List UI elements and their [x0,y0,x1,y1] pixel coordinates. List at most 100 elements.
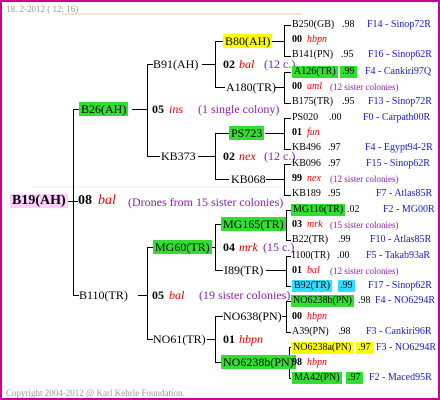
gen3-0-year: 02 [223,57,235,71]
leaf-6-ref: F0 - Carpath00R [363,112,431,123]
leaf-20-id[interactable]: A39(PN) [292,326,329,338]
gen3-2-race: mrk [239,240,258,254]
gen3-2-year: 04 [223,240,235,254]
gen3-0-note: (12 c.) [264,57,296,71]
connector [284,118,291,119]
gen2b-lower[interactable]: NO61(TR) [153,332,206,346]
connector [284,25,291,26]
gen3-1-upper[interactable]: PS723 [229,126,265,140]
gen3-2-note: (15 c.) [263,240,295,254]
leaf-8-ref: F4 - Egypt94-2R [365,142,433,153]
leaf-15-id[interactable]: I100(TR) [292,250,330,262]
connector [73,109,74,295]
leaf-22-race: hbpn [307,357,327,368]
leaf-13-year: 03 [292,219,302,230]
leaf-4-race: aml [307,81,322,92]
gen3-2-upper[interactable]: MG165(TR) [221,217,286,231]
leaf-12-ref: F2 - MG00R [383,204,435,215]
leaf-15-val: .00 [337,250,350,261]
leaf-6-id[interactable]: PS020 [292,112,318,124]
leaf-4-note: (12 sister colonies) [330,82,399,92]
leaf-13-race: mrk [307,219,323,230]
connector [275,87,284,88]
leaf-19-year: 00 [292,311,302,322]
leaf-14-id[interactable]: B22(TR) [292,234,328,246]
leaf-16-note: (12 sister colonies) [330,266,399,276]
leaf-21-id[interactable]: NO6238a(PN) [291,342,354,354]
leaf-0-id[interactable]: B250(GB) [292,19,334,31]
connector [202,64,215,65]
leaf-9-id[interactable]: KB096 [292,158,321,170]
leaf-10-note: (12 sister colonies) [330,174,399,184]
connector [284,164,285,195]
connector [286,332,291,333]
pedigree-frame: 18. 2-2012 ( 12: 16) Copyright 2004-2012… [0,0,440,400]
connector [284,25,285,56]
connector [132,109,148,110]
leaf-11-id[interactable]: KB189 [292,188,321,200]
gen3-1-lower[interactable]: KB068 [231,172,266,186]
gen2a-lower[interactable]: KB373 [161,149,196,163]
connector [266,179,284,180]
leaf-5-ref: F13 - Sinop72R [368,96,432,107]
gen1-queen-mother[interactable]: B26(AH) [79,102,129,116]
leaf-1-race: hbpn [307,34,327,45]
connector [286,210,287,240]
leaf-5-id[interactable]: B175(TR) [292,96,333,108]
leaf-0-val: .98 [342,19,355,30]
connector [284,195,291,196]
leaf-17-val: .99 [338,280,355,292]
connector [284,164,291,165]
leaf-7-year: 01 [292,127,302,138]
connector [284,118,285,149]
gen3-3-lower[interactable]: NO6238b(PN) [221,355,296,369]
leaf-7-race: fun [307,127,320,138]
leaf-3-id[interactable]: A126(TR) [292,66,338,78]
connector [215,316,216,362]
gen2a-upper[interactable]: B91(AH) [153,57,198,71]
leaf-18-ref: F4 - NO6294R [375,295,436,306]
connector [215,224,216,270]
gen3-0-lower[interactable]: A180(TR) [226,80,276,94]
leaf-10-race: nex [307,173,321,184]
gen2b-upper[interactable]: MG60(TR) [153,240,212,254]
leaf-18-id[interactable]: NO6238b(PN) [291,295,354,307]
leaf-0-ref: F14 - Sinop72R [367,19,431,30]
leaf-18-val: .98 [358,295,371,306]
connector [284,72,285,103]
leaf-5-val: .95 [342,96,355,107]
connector [207,339,215,340]
connector [284,103,291,104]
connector [266,270,286,271]
leaf-4-year: 00 [292,81,302,92]
leaf-3-ref: F4 - Cankiri97Q [365,66,432,77]
gen3-1-note: (12 c.) [264,149,296,163]
leaf-23-id[interactable]: MA42(PN) [292,372,342,384]
root-queen[interactable]: B19(AH) [10,194,68,208]
leaf-8-id[interactable]: KB496 [292,142,321,154]
gen3-3-upper[interactable]: NO638(PN) [223,309,282,323]
gen3-2-lower[interactable]: I89(TR) [224,263,263,277]
connector [286,256,291,257]
leaf-21-val: .97 [356,342,373,354]
gen3-0-upper[interactable]: B80(AH) [223,34,273,48]
leaf-23-val: .97 [346,372,363,384]
gen2a-note: (1 single colony) [198,102,280,116]
gen2a-year: 05 [152,102,164,116]
leaf-17-id[interactable]: B92(TR) [292,280,333,292]
leaf-16-year: 01 [292,265,302,276]
header-date: 18. 2-2012 ( 12: 16) [6,4,79,14]
leaf-21-ref: F3 - NO6294R [376,342,437,353]
gen2a-race: ins [169,102,184,116]
connector [289,378,291,379]
leaf-12-id[interactable]: MG116(TR) [291,204,346,216]
leaf-2-id[interactable]: B141(PN) [292,49,333,61]
connector [286,301,287,332]
leaf-8-val: .97 [328,142,341,153]
gen3-3-year: 01 [223,332,235,346]
gen2b-note: (19 sister colonies) [199,288,291,302]
leaf-6-val: .00 [329,112,342,123]
gen1-drone-source[interactable]: B110(TR) [79,288,128,302]
gen1-note: (Drones from 15 sister colonies) [128,195,284,209]
leaf-14-ref: F10 - Atlas85R [370,234,432,245]
